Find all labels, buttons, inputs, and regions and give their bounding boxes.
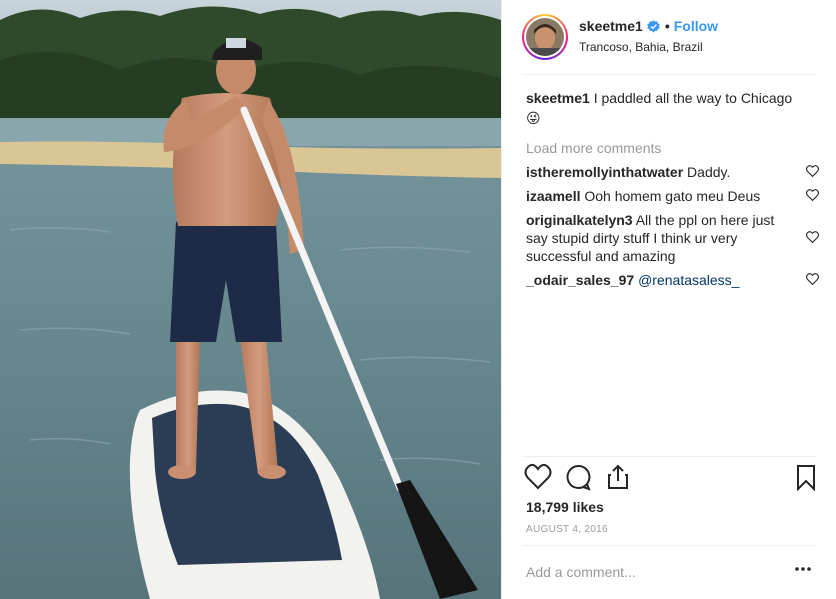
comment-item: izaamell Ooh homem gato meu Deus [526,187,821,205]
add-comment-input[interactable]: Add a comment... [526,564,636,580]
avatar-image [526,18,564,56]
post-header: skeetme1 • Follow Trancoso, Bahia, Brazi… [522,14,817,62]
comment-username[interactable]: istheremollyinthatwater [526,164,683,180]
caption-username[interactable]: skeetme1 [526,90,590,106]
comment-username[interactable]: izaamell [526,188,580,204]
post-photo[interactable] [0,0,501,599]
like-heart-icon[interactable] [524,463,552,491]
heart-icon[interactable] [806,273,819,285]
comment-mention-link[interactable]: @renatasaless_ [638,272,739,288]
bookmark-icon[interactable] [792,463,820,491]
heart-icon[interactable] [806,189,819,201]
heart-icon[interactable] [806,231,819,243]
verified-badge-icon [647,19,660,33]
post-caption: skeetme1 I paddled all the way to Chicag… [526,89,808,127]
caption-text: I paddled all the way to Chicago [593,90,793,106]
post-date[interactable]: AUGUST 4, 2016 [526,524,608,535]
username-link[interactable]: skeetme1 [579,18,643,34]
actions-divider [522,456,817,457]
avatar[interactable] [522,14,568,60]
heart-icon[interactable] [806,165,819,177]
comment-bubble-icon[interactable] [564,463,592,491]
comment-item: istheremollyinthatwater Daddy. [526,163,821,181]
post-side-panel: skeetme1 • Follow Trancoso, Bahia, Brazi… [501,0,836,599]
comment-input-divider [522,545,817,546]
post-actions [522,463,817,493]
comment-username[interactable]: _odair_sales_97 [526,272,634,288]
comments-section: skeetme1 I paddled all the way to Chicag… [526,89,821,289]
comment-text: Daddy. [687,164,731,180]
comment-username[interactable]: originalkatelyn3 [526,212,633,228]
header-separator: • [664,18,670,34]
header-divider [522,74,817,75]
comment-item: _odair_sales_97 @renatasaless_ [526,271,821,289]
caption-emoji: 😜 [526,110,541,126]
share-icon[interactable] [604,463,632,491]
ellipsis-icon[interactable] [794,566,812,572]
comment-item: originalkatelyn3 All the ppl on here jus… [526,211,821,265]
post-image [0,0,501,599]
load-more-comments-button[interactable]: Load more comments [526,139,821,157]
likes-count[interactable]: 18,799 likes [526,499,604,515]
comment-text: Ooh homem gato meu Deus [584,188,761,204]
location-link[interactable]: Trancoso, Bahia, Brazil [579,40,703,54]
follow-button[interactable]: Follow [674,18,718,34]
